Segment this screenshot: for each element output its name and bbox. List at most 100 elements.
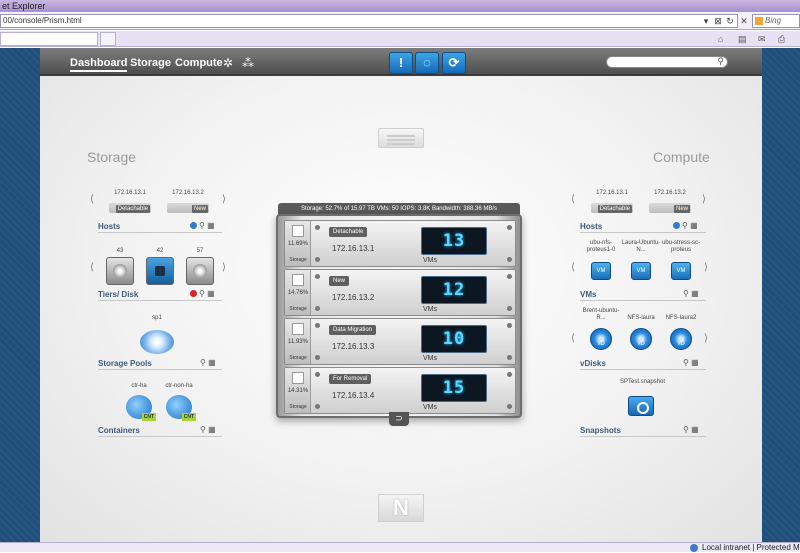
bing-icon [755,17,763,25]
globe-icon [690,544,698,552]
vdisk-icon[interactable]: vD [630,328,652,350]
host-ip: 172.16.13.1 [596,190,628,196]
rack-expand-icon[interactable]: ⊃ [389,412,409,426]
search-input[interactable]: ⚲ [606,56,728,68]
chevron-left-icon[interactable]: ⟨ [90,262,94,273]
host-ip: 172.16.13.2 [654,190,686,196]
host-actions[interactable]: ⚲ ▦ [190,221,215,230]
node-storage-pct: 14.76% [287,290,309,296]
header-badge [378,128,424,148]
vm-name: ubu-stress-sc-proteus [661,240,700,253]
container-badge: CNT [181,413,196,421]
background-left [0,48,40,542]
tab-storage[interactable]: Storage [130,57,171,69]
vm-icon[interactable]: VM [591,262,611,280]
node-vms-label: VMs [423,306,437,313]
chevron-right-icon[interactable]: ⟩ [702,194,706,205]
storage-pool-icon[interactable] [140,330,174,354]
background-right [762,48,800,542]
vm-icon[interactable]: VM [631,262,651,280]
chevron-left-icon[interactable]: ⟨ [90,194,94,205]
tier-count: 42 [156,248,164,254]
health-button[interactable]: ◌ [415,52,439,74]
tab-dashboard[interactable]: Dashboard [70,57,128,72]
snapshot-name: SPTest.snapshot [620,379,666,385]
storage-pools-label: Storage Pools [98,359,152,368]
node-ip: 172.16.13.4 [332,391,375,400]
node-2[interactable]: 14.76% Storage New 172.16.13.2 12 VMs [284,269,516,316]
node-4[interactable]: 14.31% Storage For Removal 172.16.13.4 1… [284,367,516,414]
host-badge: Detachable [597,205,632,213]
host-actions[interactable]: ⚲ ▦ [673,221,698,230]
host-ip: 172.16.13.1 [114,190,146,196]
node-vms-label: VMs [423,404,437,411]
chevron-left-icon[interactable]: ⟨ [571,262,575,273]
cpu-icon[interactable] [146,257,174,285]
address-input[interactable]: 00/console/Prism.html [0,14,738,28]
divider [98,436,222,437]
gear-icon[interactable]: ✲ [223,56,233,70]
container-actions[interactable]: ⚲ ▦ [200,425,216,434]
print-icon[interactable]: ⎙ [778,34,785,45]
stop-icon[interactable]: ✕ [738,15,750,27]
alerts-button[interactable]: ! [389,52,413,74]
chevron-right-icon[interactable]: ⟩ [704,333,708,344]
node-storage-label: Storage [289,257,307,263]
new-tab-button[interactable] [100,32,116,46]
host-card[interactable]: 172.16.13.2 New [644,189,696,213]
node-vms-label: VMs [423,257,437,264]
pool-actions[interactable]: ⚲ ▦ [200,358,216,367]
chevron-right-icon[interactable]: ⟩ [222,194,226,205]
dropdown-icon[interactable]: ▾ [700,15,712,27]
divider [580,300,706,301]
vms-label: VMs [580,290,597,299]
container-icon[interactable]: CNT [166,395,196,421]
node-tag: For Removal [329,374,372,384]
chevron-left-icon[interactable]: ⟨ [571,194,575,205]
chevron-right-icon[interactable]: ⟩ [704,262,708,273]
window-title: et Explorer [0,0,800,12]
browser-tab[interactable] [0,32,98,46]
vdisk-icon[interactable]: vD [670,328,692,350]
chevron-left-icon[interactable]: ⟨ [571,333,575,344]
node-1[interactable]: 11.69% Storage Detachable 172.16.13.1 13… [284,220,516,267]
host-card[interactable]: 172.16.13.2 New [162,189,214,213]
node-tag: Data Migration [329,325,377,335]
host-ip: 172.16.13.2 [172,190,204,196]
snapshot-actions[interactable]: ⚲ ▦ [683,425,699,434]
vm-actions[interactable]: ⚲ ▦ [683,289,699,298]
vm-icon[interactable]: VM [671,262,691,280]
node-ip: 172.16.13.2 [332,293,375,302]
vm-name: Laura-Ubuntu-N... [621,240,661,253]
home-icon[interactable]: ⌂ [718,34,723,44]
tier-actions[interactable]: ⚲ ▦ [190,289,215,298]
search-box[interactable]: Bing [752,14,800,28]
disk-icon[interactable] [106,257,134,285]
vdisk-actions[interactable]: ⚲ ▦ [683,358,699,367]
cluster-icon[interactable]: ⁂ [242,56,254,70]
disk-icon[interactable] [186,257,214,285]
host-card[interactable]: 172.16.13.1 Detachable [104,189,156,213]
container-icon[interactable]: CNT [126,395,156,421]
host-card[interactable]: 172.16.13.1 Detachable [586,189,638,213]
feeds-icon[interactable]: ▤ [738,34,747,45]
node-3[interactable]: 11.93% Storage Data Migration 172.16.13.… [284,318,516,365]
cluster-rack: 11.69% Storage Detachable 172.16.13.1 13… [276,214,522,418]
tier-count: 57 [196,248,204,254]
vdisk-icon[interactable]: vD [590,328,612,350]
top-navbar: Dashboard Storage Compute ✲ ⁂ ! ◌ ⟳ ⚲ [40,48,762,76]
tasks-button[interactable]: ⟳ [442,52,466,74]
mail-icon[interactable]: ✉ [758,34,766,45]
container-name: ctr-ha [131,383,147,389]
divider [98,369,222,370]
tab-compute[interactable]: Compute [175,57,223,69]
divider [580,436,706,437]
node-storage-label: Storage [289,355,307,361]
document-icon [292,274,304,286]
compat-icon[interactable]: ⊠ [712,15,724,27]
refresh-icon[interactable]: ↻ [724,15,736,27]
camera-icon[interactable] [628,396,654,416]
vm-count-display: 10 [421,325,487,353]
chevron-right-icon[interactable]: ⟩ [222,262,226,273]
divider [98,300,222,301]
